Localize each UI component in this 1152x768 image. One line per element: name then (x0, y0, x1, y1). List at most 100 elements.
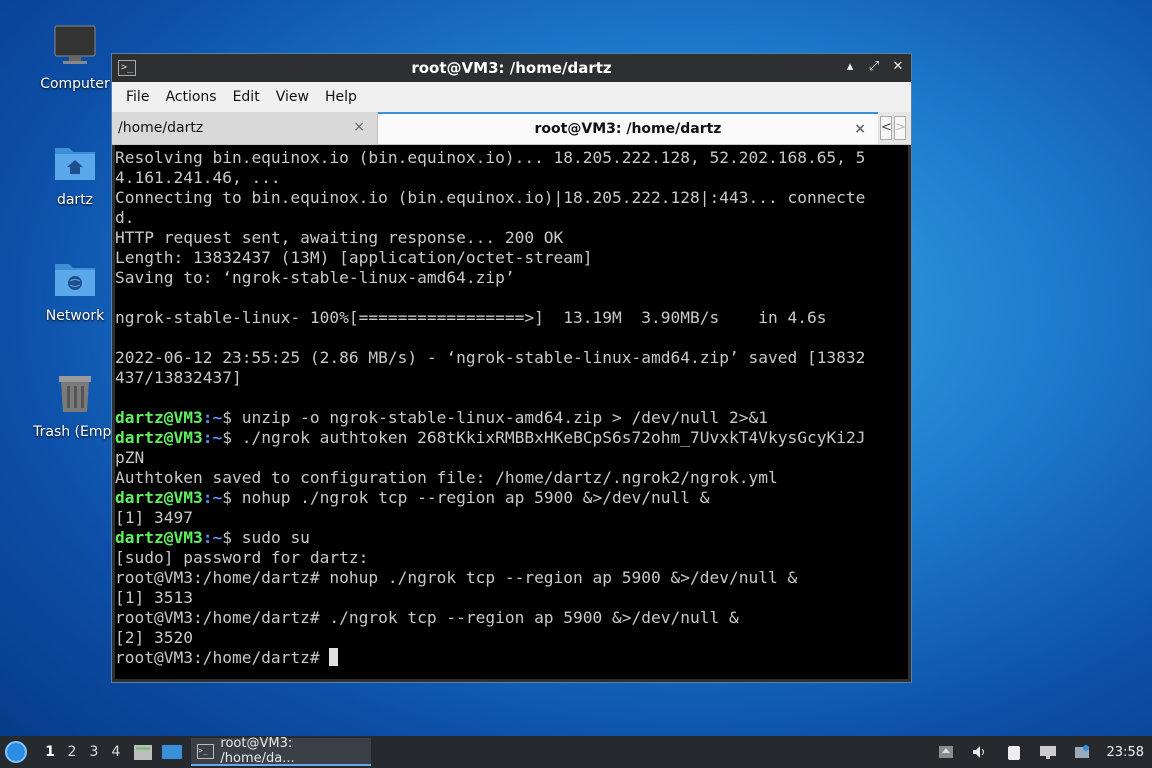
terminal-line: 437/13832437] (115, 368, 908, 388)
menu-file[interactable]: File (118, 85, 157, 109)
window-title: root@VM3: /home/dartz (411, 59, 612, 77)
shell-prompt-path: :~ (202, 528, 223, 547)
terminal-line: dartz@VM3:~$ ./ngrok authtoken 268tKkixR… (115, 428, 908, 448)
network-folder-icon (55, 264, 95, 296)
workspace-2[interactable]: 2 (61, 744, 83, 760)
terminal-text: 4.161.241.46, ... (115, 168, 281, 187)
shell-prompt-user: dartz@VM3 (115, 528, 203, 547)
eject-icon[interactable] (937, 744, 955, 760)
network-monitor-icon[interactable] (1039, 744, 1057, 760)
terminal-line: d. (115, 208, 908, 228)
shell-prompt-user: dartz@VM3 (115, 428, 203, 447)
tab-scroll-controls: < > (880, 112, 906, 144)
desktop-icon-trash[interactable]: Trash (Empt (27, 372, 123, 440)
taskbar-task-terminal[interactable]: >_ root@VM3: /home/da... (191, 736, 371, 766)
show-desktop-icon[interactable] (161, 743, 183, 761)
desktop-icon-network[interactable]: Network (27, 256, 123, 324)
workspace-3[interactable]: 3 (83, 744, 105, 760)
tab-scroll-left-icon[interactable]: < (880, 116, 892, 140)
terminal-line: Connecting to bin.equinox.io (bin.equino… (115, 188, 908, 208)
terminal-line: root@VM3:/home/dartz# ./ngrok tcp --regi… (115, 608, 908, 628)
desktop-icon-label: Trash (Empt (33, 424, 117, 440)
terminal-line: root@VM3:/home/dartz# nohup ./ngrok tcp … (115, 568, 908, 588)
terminal-text: HTTP request sent, awaiting response... … (115, 228, 564, 247)
tab-home-dartz[interactable]: /home/dartz × (112, 112, 378, 144)
terminal-output[interactable]: Resolving bin.equinox.io (bin.equinox.io… (115, 145, 908, 679)
terminal-line: Saving to: ‘ngrok-stable-linux-amd64.zip… (115, 268, 908, 288)
terminal-line: root@VM3:/home/dartz# (115, 648, 908, 668)
terminal-line: ngrok-stable-linux- 100%[===============… (115, 308, 908, 328)
file-manager-launcher-icon[interactable] (133, 743, 153, 761)
workspace-1[interactable]: 1 (39, 744, 61, 760)
tab-close-icon[interactable]: × (353, 119, 365, 135)
terminal-window: >_ root@VM3: /home/dartz ▴ ⤢ ✕ File Acti… (111, 53, 912, 683)
shell-prompt-user: dartz@VM3 (115, 488, 203, 507)
terminal-text: [1] 3513 (115, 588, 193, 607)
terminal-text: ngrok-stable-linux- 100%[===============… (115, 308, 827, 327)
shell-prompt-user: dartz@VM3 (115, 408, 203, 427)
minimize-button[interactable]: ▴ (843, 59, 857, 75)
terminal-text: Length: 13832437 (13M) [application/octe… (115, 248, 593, 267)
terminal-icon: >_ (197, 743, 215, 759)
system-tray: 23:58 (937, 736, 1144, 768)
trash-icon (59, 376, 91, 412)
terminal-line: [1] 3513 (115, 588, 908, 608)
menu-actions[interactable]: Actions (157, 85, 224, 109)
desktop-icon-computer[interactable]: Computer (27, 24, 123, 92)
terminal-text: 437/13832437] (115, 368, 242, 387)
terminal-text: Authtoken saved to configuration file: /… (115, 468, 778, 487)
terminal-line: [sudo] password for dartz: (115, 548, 908, 568)
terminal-line: 2022-06-12 23:55:25 (2.86 MB/s) - ‘ngrok… (115, 348, 908, 368)
window-titlebar[interactable]: >_ root@VM3: /home/dartz ▴ ⤢ ✕ (112, 54, 911, 82)
tab-root-terminal[interactable]: root@VM3: /home/dartz × (378, 112, 878, 144)
update-notifier-icon[interactable] (1073, 744, 1091, 760)
terminal-line: dartz@VM3:~$ nohup ./ngrok tcp --region … (115, 488, 908, 508)
desktop-icon-label: Network (45, 308, 105, 324)
terminal-icon: >_ (118, 60, 136, 76)
shell-prompt-path: :~ (202, 408, 223, 427)
close-button[interactable]: ✕ (891, 59, 905, 75)
terminal-text: root@VM3:/home/dartz# (115, 648, 330, 667)
menu-edit[interactable]: Edit (225, 85, 268, 109)
terminal-line: Authtoken saved to configuration file: /… (115, 468, 908, 488)
desktop-icon-label: dartz (56, 192, 94, 208)
volume-icon[interactable] (971, 744, 989, 760)
workspace-4[interactable]: 4 (105, 744, 127, 760)
tab-close-icon[interactable]: × (854, 121, 866, 137)
terminal-text: [1] 3497 (115, 508, 193, 527)
home-folder-icon (55, 148, 95, 180)
menu-help[interactable]: Help (317, 85, 365, 109)
terminal-text: $ unzip -o ngrok-stable-linux-amd64.zip … (222, 408, 768, 427)
terminal-text: Saving to: ‘ngrok-stable-linux-amd64.zip… (115, 268, 515, 287)
shell-prompt-path: :~ (202, 488, 223, 507)
menu-view[interactable]: View (268, 85, 317, 109)
terminal-line: dartz@VM3:~$ sudo su (115, 528, 908, 548)
maximize-button[interactable]: ⤢ (867, 59, 881, 75)
terminal-text: root@VM3:/home/dartz# nohup ./ngrok tcp … (115, 568, 798, 587)
shell-prompt-path: :~ (202, 428, 223, 447)
desktop-icon-label: Computer (40, 76, 110, 92)
start-menu-button[interactable] (5, 741, 27, 763)
terminal-line: 4.161.241.46, ... (115, 168, 908, 188)
terminal-text: root@VM3:/home/dartz# ./ngrok tcp --regi… (115, 608, 739, 627)
taskbar: 1 2 3 4 >_ root@VM3: /home/da... 23:58 (0, 736, 1152, 768)
tab-scroll-right-icon[interactable]: > (894, 116, 906, 140)
terminal-text: [2] 3520 (115, 628, 193, 647)
tab-label: root@VM3: /home/dartz (534, 121, 722, 137)
terminal-line: Resolving bin.equinox.io (bin.equinox.io… (115, 148, 908, 168)
terminal-line: pZN (115, 448, 908, 468)
clock[interactable]: 23:58 (1107, 745, 1144, 760)
desktop-icon-home-folder[interactable]: dartz (27, 140, 123, 208)
terminal-text: $ sudo su (222, 528, 310, 547)
terminal-text: [sudo] password for dartz: (115, 548, 369, 567)
terminal-line: [2] 3520 (115, 628, 908, 648)
terminal-text: $ nohup ./ngrok tcp --region ap 5900 &>/… (222, 488, 710, 507)
terminal-line: Length: 13832437 (13M) [application/octe… (115, 248, 908, 268)
window-controls: ▴ ⤢ ✕ (843, 59, 905, 75)
terminal-line: [1] 3497 (115, 508, 908, 528)
menu-bar: File Actions Edit View Help (112, 82, 911, 112)
clipboard-icon[interactable] (1005, 744, 1023, 760)
